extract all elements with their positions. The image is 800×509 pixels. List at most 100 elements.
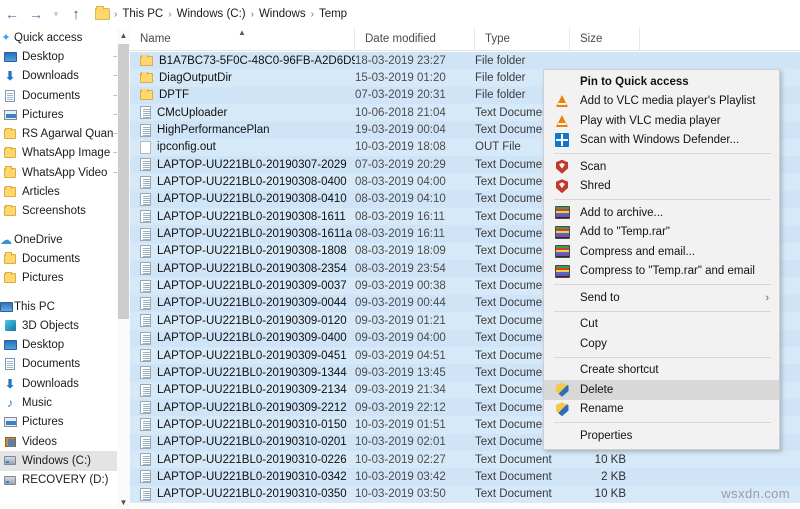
cell-name: LAPTOP-UU221BL0-20190309-1344 — [130, 366, 355, 380]
column-header-date-modified[interactable]: Date modified — [355, 27, 475, 51]
scroll-up-arrow-icon[interactable]: ▲ — [117, 28, 130, 42]
menu-item-cut[interactable]: Cut — [544, 315, 779, 335]
sidebar-scrollbar[interactable]: ▲ ▼ — [117, 28, 130, 509]
cell-date-modified: 15-03-2019 01:20 — [355, 72, 446, 85]
windows-defender-icon — [552, 132, 572, 148]
recent-locations-button[interactable]: ▾ — [48, 2, 64, 26]
cell-date-modified: 19-03-2019 00:04 — [355, 124, 446, 137]
menu-item-pin-to-quick-access[interactable]: Pin to Quick access — [544, 72, 779, 92]
sidebar-group-quick-access[interactable]: ✦ Quick access — [0, 28, 130, 47]
winrar-icon — [552, 205, 572, 221]
scrollbar-thumb[interactable] — [118, 44, 129, 319]
sidebar-item-3d-objects[interactable]: 3D Objects — [0, 316, 130, 335]
sidebar-item-videos[interactable]: Videos — [0, 432, 130, 451]
computer-icon — [0, 301, 16, 312]
scroll-down-arrow-icon[interactable]: ▼ — [117, 495, 130, 509]
cell-name: DiagOutputDir — [130, 72, 355, 84]
file-name-label: LAPTOP-UU221BL0-20190309-0400 — [157, 332, 347, 345]
breadcrumb-item-this-pc[interactable]: This PC — [118, 8, 167, 20]
folder-icon — [0, 185, 20, 198]
menu-item-label: Send to — [580, 291, 620, 304]
breadcrumb-item-temp[interactable]: Temp — [315, 8, 351, 20]
sidebar-item-label: RECOVERY (D:) — [22, 474, 109, 487]
column-header-type[interactable]: Type — [475, 27, 570, 51]
cell-name: LAPTOP-UU221BL0-20190310-0350 — [130, 487, 355, 501]
menu-item-create-shortcut[interactable]: Create shortcut — [544, 361, 779, 381]
breadcrumb-item-windows-c[interactable]: Windows (C:) — [173, 8, 250, 20]
menu-item-compress-to-temp-rar-and-email[interactable]: Compress to "Temp.rar" and email — [544, 262, 779, 282]
sidebar-item-pictures[interactable]: Pictures 📌 — [0, 105, 130, 124]
up-button[interactable]: ↑ — [64, 2, 88, 26]
sidebar-item-rs-agarwal-quan[interactable]: RS Agarwal Quan 📌 — [0, 124, 130, 143]
column-header-size[interactable]: Size — [570, 27, 640, 51]
navigation-pane: ✦ Quick access Desktop 📌 ⬇ Downloads 📌 D… — [0, 28, 130, 509]
sidebar-item-pc-pictures[interactable]: Pictures — [0, 413, 130, 432]
file-name-label: LAPTOP-UU221BL0-20190309-0044 — [157, 297, 347, 310]
cloud-icon: ☁ — [0, 232, 12, 247]
cell-name: DPTF — [130, 89, 355, 101]
column-header-name[interactable]: Name ▲ — [130, 27, 355, 51]
menu-item-compress-and-email[interactable]: Compress and email... — [544, 242, 779, 262]
menu-item-play-with-vlc-media-player[interactable]: Play with VLC media player — [544, 111, 779, 131]
sidebar-group-label: This PC — [14, 300, 55, 313]
cell-size: 2 KB — [601, 470, 626, 483]
cell-size: 10 KB — [594, 488, 626, 501]
uac-shield-icon — [552, 401, 572, 417]
chevron-right-icon: › — [765, 291, 769, 304]
cell-name: HighPerformancePlan — [130, 123, 355, 137]
file-name-label: DiagOutputDir — [159, 72, 232, 85]
sidebar-group-onedrive[interactable]: ☁ OneDrive — [0, 230, 130, 249]
cell-name: B1A7BC73-5F0C-48C0-96FB-A2D6D9EA4... — [130, 54, 355, 67]
file-name-label: LAPTOP-UU221BL0-20190310-0350 — [157, 488, 347, 501]
menu-item-add-to-temp-rar[interactable]: Add to "Temp.rar" — [544, 223, 779, 243]
menu-separator — [554, 199, 771, 200]
table-row[interactable]: LAPTOP-UU221BL0-20190310-0342 10-03-2019 … — [130, 468, 800, 486]
sidebar-item-pc-documents[interactable]: Documents — [0, 355, 130, 374]
back-button[interactable]: ← — [0, 2, 24, 26]
sidebar-item-windows-c[interactable]: Windows (C:) — [0, 451, 130, 471]
sidebar-item-onedrive-pictures[interactable]: Pictures — [0, 269, 130, 288]
breadcrumb-item-windows[interactable]: Windows — [255, 8, 310, 20]
sidebar-item-label: RS Agarwal Quan — [22, 128, 114, 141]
sidebar-item-pc-downloads[interactable]: ⬇ Downloads — [0, 374, 130, 393]
watermark: wsxdn.com — [721, 486, 790, 501]
document-icon — [0, 358, 20, 371]
menu-item-scan-with-windows-defender[interactable]: Scan with Windows Defender... — [544, 131, 779, 151]
menu-item-properties[interactable]: Properties — [544, 426, 779, 446]
sidebar-item-downloads[interactable]: ⬇ Downloads 📌 — [0, 67, 130, 86]
menu-item-rename[interactable]: Rename — [544, 400, 779, 420]
sidebar-item-desktop[interactable]: Desktop 📌 — [0, 47, 130, 66]
sidebar-item-whatsapp-image[interactable]: WhatsApp Image 📌 — [0, 144, 130, 163]
cell-date-modified: 08-03-2019 04:10 — [355, 193, 446, 206]
table-row[interactable]: LAPTOP-UU221BL0-20190310-0350 10-03-2019 … — [130, 485, 800, 503]
sidebar-item-articles[interactable]: Articles — [0, 182, 130, 201]
file-name-label: LAPTOP-UU221BL0-20190309-2134 — [157, 384, 347, 397]
forward-button[interactable]: → — [24, 2, 48, 26]
menu-item-label: Add to archive... — [580, 206, 664, 219]
menu-item-shred[interactable]: Shred — [544, 177, 779, 197]
menu-item-add-to-archive[interactable]: Add to archive... — [544, 203, 779, 223]
cell-date-modified: 10-03-2019 03:50 — [355, 488, 446, 501]
music-icon: ♪ — [7, 395, 13, 410]
menu-item-delete[interactable]: Delete — [544, 380, 779, 400]
breadcrumb-bar[interactable]: › This PC › Windows (C:) › Windows › Tem… — [92, 3, 794, 25]
context-menu: Pin to Quick access Add to VLC media play… — [543, 69, 780, 450]
menu-item-send-to[interactable]: Send to › — [544, 288, 779, 308]
sidebar-item-music[interactable]: ♪ Music — [0, 393, 130, 412]
table-row[interactable]: B1A7BC73-5F0C-48C0-96FB-A2D6D9EA4...18-0… — [130, 52, 800, 70]
table-row[interactable]: LAPTOP-UU221BL0-20190310-0226 10-03-2019 … — [130, 450, 800, 469]
cell-name: LAPTOP-UU221BL0-20190308-1808 — [130, 244, 355, 258]
sidebar-item-documents[interactable]: Documents 📌 — [0, 86, 130, 105]
sidebar-item-pc-desktop[interactable]: Desktop — [0, 335, 130, 354]
sidebar-group-this-pc[interactable]: This PC — [0, 297, 130, 316]
cell-type: Text Document — [475, 488, 552, 501]
menu-item-scan[interactable]: Scan — [544, 157, 779, 177]
menu-item-copy[interactable]: Copy — [544, 334, 779, 354]
sidebar-item-screenshots[interactable]: Screenshots — [0, 202, 130, 221]
text-file-icon — [140, 192, 151, 206]
sidebar-item-onedrive-documents[interactable]: Documents — [0, 249, 130, 268]
menu-item-add-to-vlc-media-player-s-playlist[interactable]: Add to VLC media player's Playlist — [544, 92, 779, 112]
sidebar-item-whatsapp-video[interactable]: WhatsApp Video 📌 — [0, 163, 130, 182]
3d-objects-icon — [0, 320, 20, 332]
sidebar-item-recovery-d[interactable]: RECOVERY (D:) — [0, 471, 130, 490]
